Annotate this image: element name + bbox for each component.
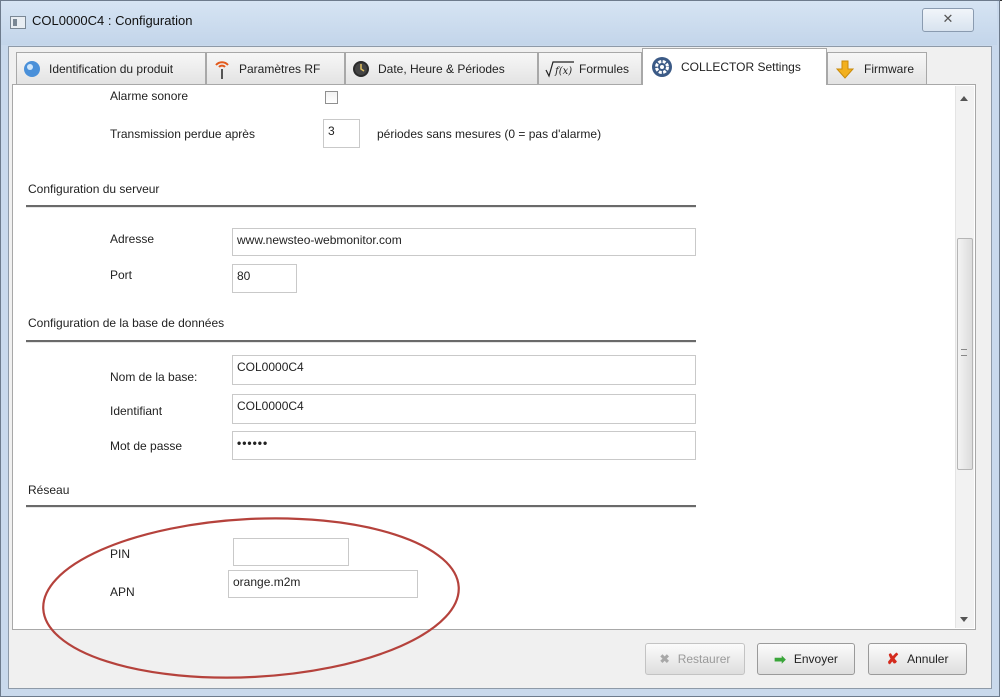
clock-icon [352,60,370,78]
transmission-lost-input[interactable]: 3 [323,119,360,148]
tab-formulas[interactable]: f(x) Formules [538,52,642,84]
window-title: COL0000C4 : Configuration [32,13,193,28]
tab-date-time-periods[interactable]: Date, Heure & Périodes [345,52,538,84]
tab-label: COLLECTOR Settings [681,60,801,74]
scroll-down-icon[interactable] [960,617,968,622]
identifier-input[interactable]: COL0000C4 [232,394,696,424]
tab-collector-settings[interactable]: COLLECTOR Settings [642,48,827,85]
bubble-icon [23,60,41,78]
database-section-heading: Configuration de la base de données [28,316,225,330]
scroll-up-icon[interactable] [960,96,968,101]
transmission-lost-suffix: périodes sans mesures (0 = pas d'alarme) [377,127,602,141]
tab-label: Identification du produit [49,61,174,76]
close-button[interactable]: ✕ [922,8,974,32]
formula-icon: f(x) [545,60,575,78]
port-label: Port [110,268,133,282]
scrollbar-grip-icon [961,349,967,356]
tab-label: Formules [579,61,630,76]
server-section-divider [26,205,696,208]
restore-label: Restaurer [677,652,731,666]
password-input[interactable]: •••••• [232,431,696,460]
app-window-icon [10,16,26,29]
db-name-input[interactable]: COL0000C4 [232,355,696,385]
database-section-divider [26,340,696,343]
tab-rf-parameters[interactable]: Paramètres RF [206,52,345,84]
gear-icon [651,56,673,78]
cancel-label: Annuler [907,652,949,666]
red-x-icon: ✘ [886,651,900,668]
address-label: Adresse [110,232,155,246]
address-input[interactable]: www.newsteo-webmonitor.com [232,228,696,256]
alarm-sound-checkbox[interactable] [325,91,338,104]
password-label: Mot de passe [110,439,183,453]
cross-icon: ✖ [659,652,670,666]
tab-label: Paramètres RF [239,61,321,76]
green-arrow-icon: ➡ [774,650,786,667]
tab-firmware[interactable]: Firmware [827,52,927,84]
server-section-heading: Configuration du serveur [28,182,160,196]
send-button[interactable]: ➡ Envoyer [757,643,855,675]
network-section-heading: Réseau [28,483,70,497]
transmission-lost-label: Transmission perdue après [110,127,255,141]
restore-button[interactable]: ✖ Restaurer [645,643,745,675]
port-input[interactable]: 80 [232,264,297,293]
network-section-divider [26,505,696,508]
tab-label: Date, Heure & Périodes [378,61,505,76]
identifier-label: Identifiant [110,404,163,418]
download-arrow-icon [834,60,856,79]
antenna-icon [213,60,231,79]
tab-identification[interactable]: Identification du produit [16,52,206,84]
svg-text:f(x): f(x) [554,66,572,77]
db-name-label: Nom de la base: [110,370,198,384]
highlight-ellipse [42,517,460,679]
alarm-sound-label: Alarme sonore [110,89,189,103]
cancel-button[interactable]: ✘ Annuler [868,643,967,675]
send-label: Envoyer [793,652,838,666]
tab-label: Firmware [864,61,914,76]
